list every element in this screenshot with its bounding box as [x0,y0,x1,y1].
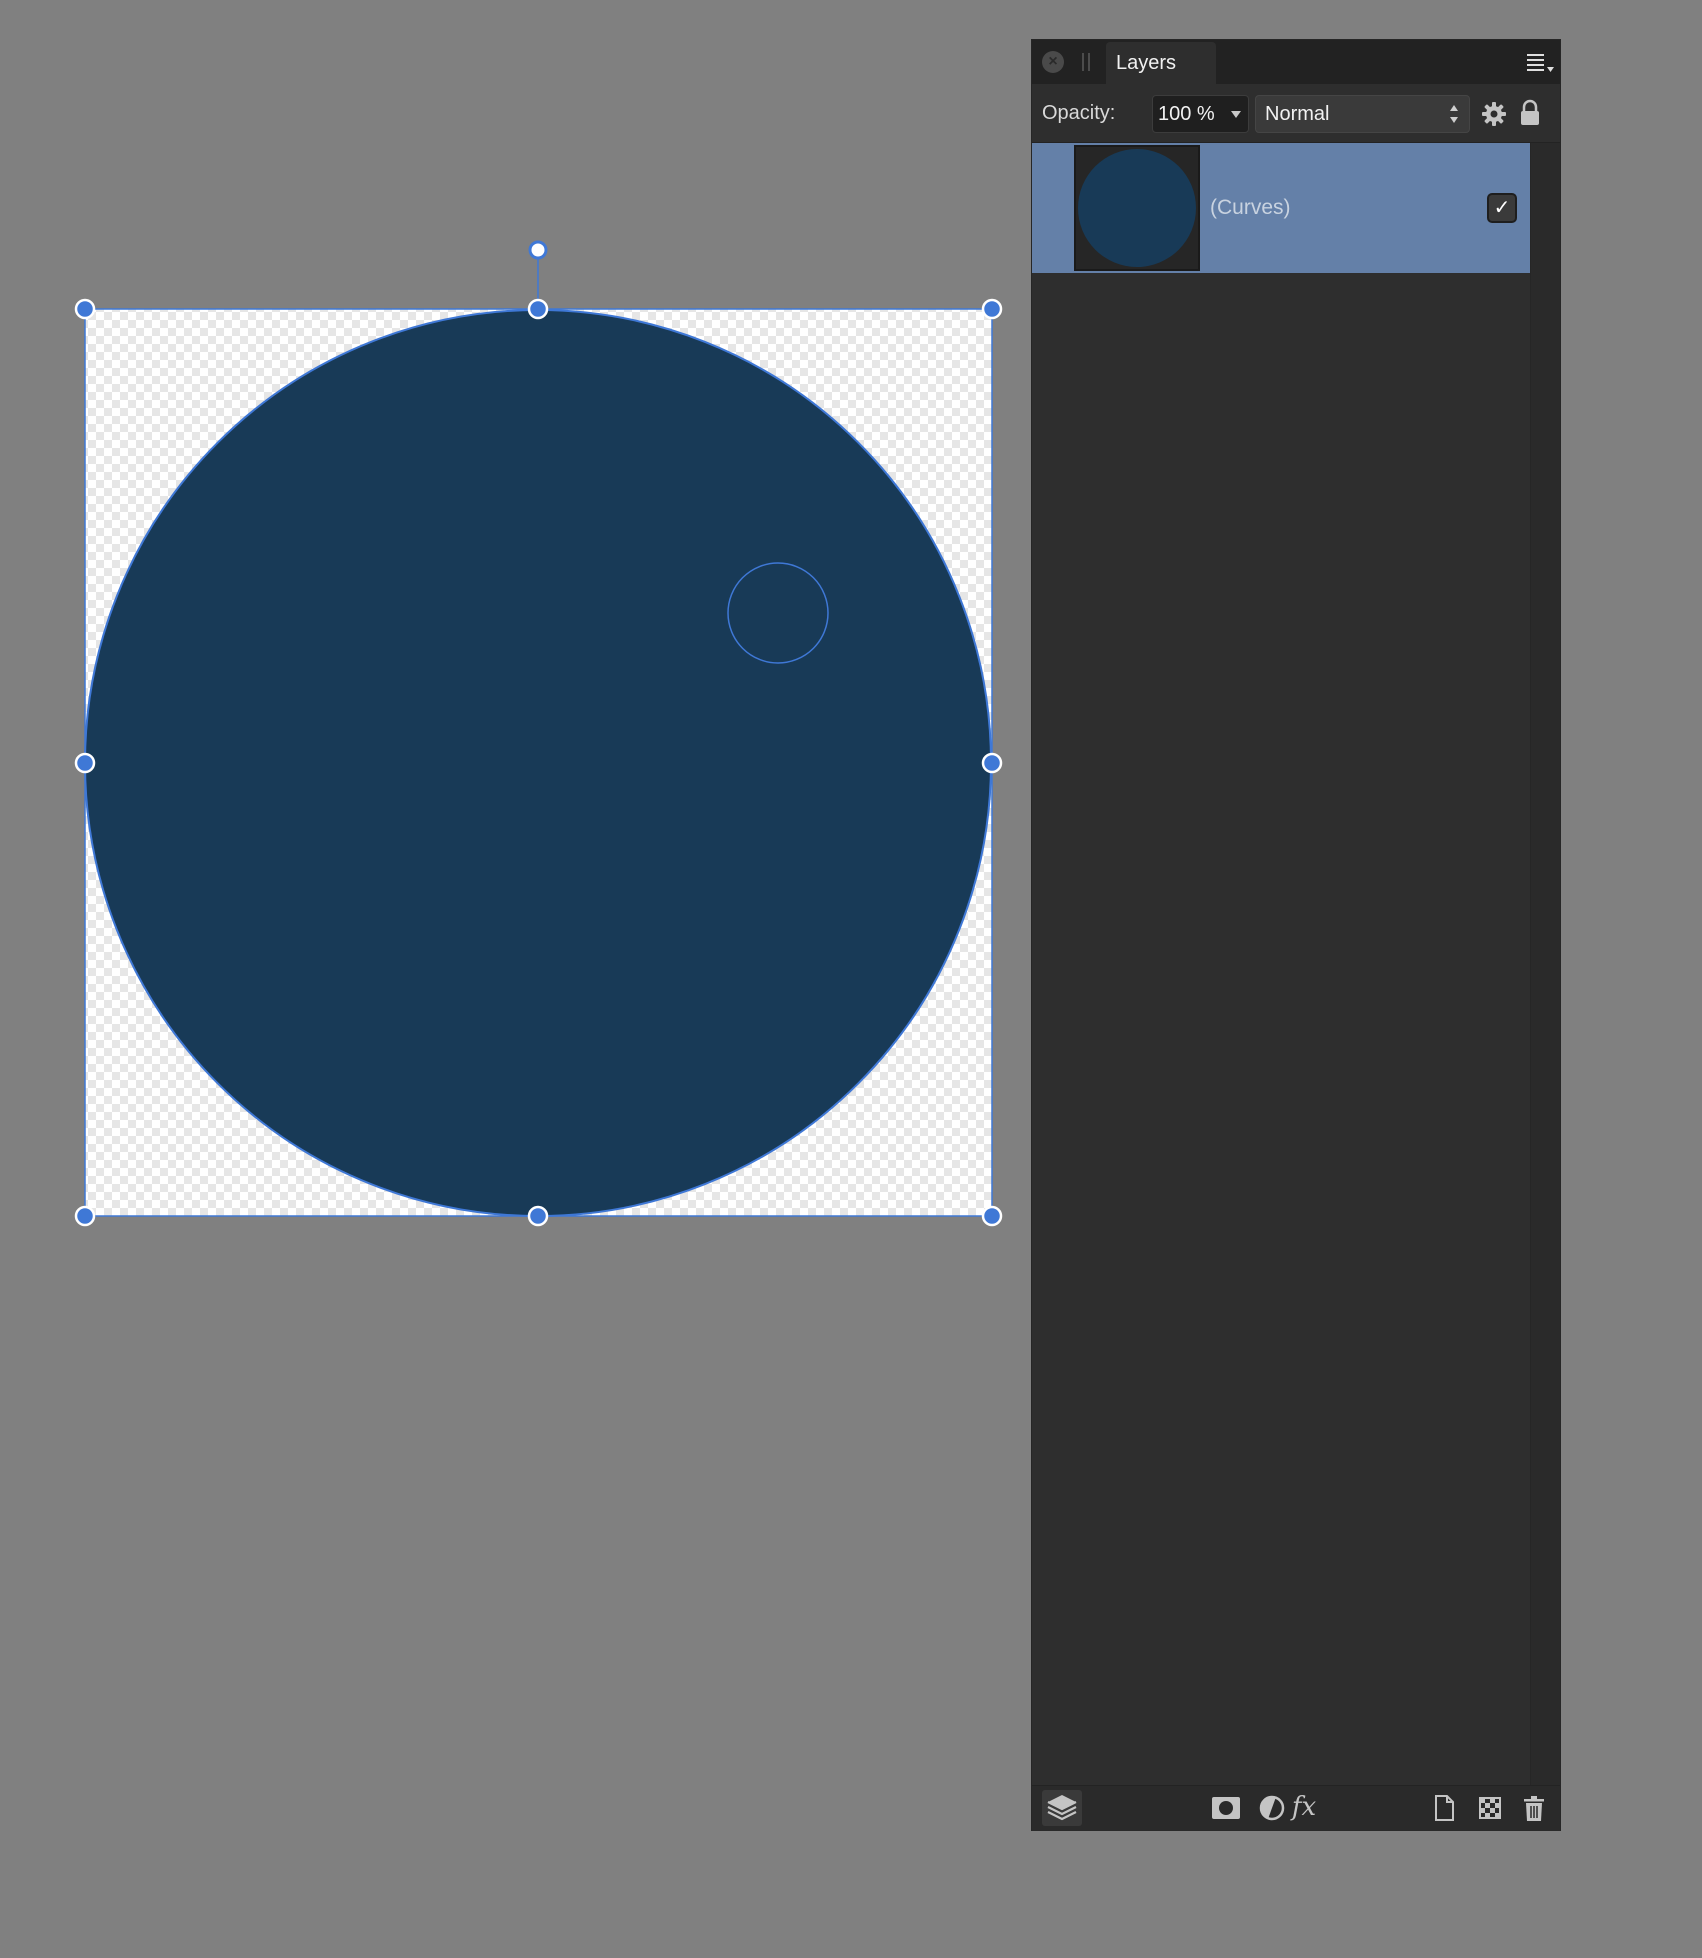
canvas-area[interactable] [0,0,1032,1958]
delete-layer-button[interactable] [1518,1792,1550,1824]
handle-middle-right[interactable] [981,752,1003,774]
layer-settings-button[interactable] [1480,100,1508,128]
handle-top-center[interactable] [527,298,549,320]
dropdown-arrow-icon[interactable] [1231,111,1241,118]
fx-button[interactable]: fx [1286,1790,1322,1824]
opacity-value: 100 % [1158,103,1215,125]
opacity-label: Opacity: [1042,102,1116,124]
layer-list[interactable]: (Curves) ✓ [1032,143,1530,1785]
layer-list-scrollbar[interactable] [1530,143,1560,1785]
opacity-field[interactable]: 100 % [1152,95,1249,133]
trash-icon [1524,1796,1544,1821]
handle-bottom-center[interactable] [527,1205,549,1227]
layer-visibility-checkbox[interactable]: ✓ [1487,193,1517,223]
lock-icon [1521,99,1539,125]
app-window: × Layers Opacity: 100 % Normal (Curves) … [0,0,1702,1958]
add-adjustment-button[interactable] [1256,1792,1288,1824]
tab-layers[interactable]: Layers [1106,42,1216,84]
fx-icon: fx [1291,1792,1317,1822]
layer-options-bar: Opacity: 100 % Normal [1032,84,1560,143]
mask-icon [1212,1797,1240,1819]
new-layer-icon [1435,1795,1454,1821]
drag-grip-icon[interactable] [1082,53,1090,71]
gear-icon [1482,102,1506,126]
layers-panel: × Layers Opacity: 100 % Normal (Curves) … [1032,40,1560,1831]
new-layer-button[interactable] [1428,1792,1460,1824]
new-pixel-layer-button[interactable] [1474,1792,1506,1824]
handle-top-left[interactable] [74,298,96,320]
close-panel-button[interactable]: × [1042,51,1064,73]
add-mask-button[interactable] [1210,1792,1242,1824]
stepper-arrows-icon [1450,105,1458,123]
handle-middle-left[interactable] [74,752,96,774]
layer-row[interactable]: (Curves) ✓ [1032,143,1530,273]
lock-layer-button[interactable] [1518,98,1542,128]
pixel-layer-icon [1479,1797,1501,1819]
rotation-handle[interactable] [528,240,548,260]
layers-stack-button[interactable] [1042,1790,1082,1826]
blend-mode-value: Normal [1265,103,1330,125]
hamburger-menu-icon [1527,54,1554,72]
adjustment-icon [1259,1795,1285,1821]
handle-top-right[interactable] [981,298,1003,320]
layer-name[interactable]: (Curves) [1210,143,1291,273]
panel-footer: fx [1032,1785,1560,1831]
panel-titlebar: × Layers [1032,40,1560,85]
thumbnail-circle-icon [1078,149,1196,267]
handle-bottom-left[interactable] [74,1205,96,1227]
layers-stack-icon [1047,1795,1077,1821]
panel-menu-button[interactable] [1524,50,1556,76]
layer-thumbnail [1074,145,1200,271]
canvas[interactable] [0,0,1032,1958]
ellipse-shape[interactable] [84,309,992,1217]
blend-mode-select[interactable]: Normal [1255,95,1470,133]
handle-bottom-right[interactable] [981,1205,1003,1227]
